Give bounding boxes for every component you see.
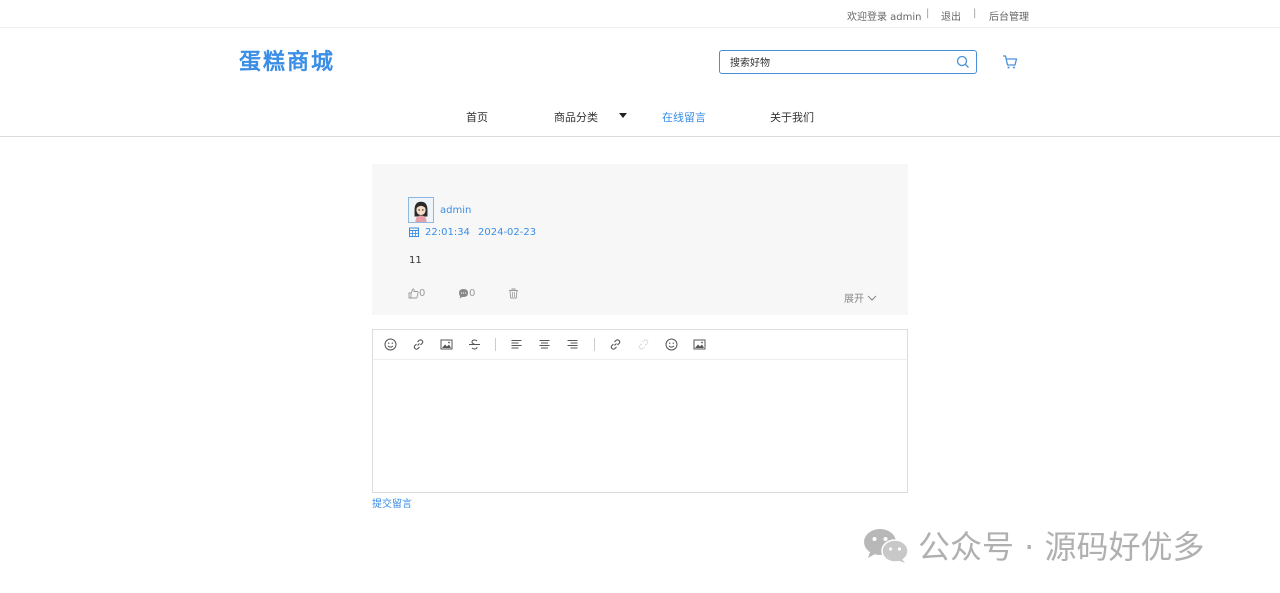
emoji-icon[interactable]	[665, 338, 678, 351]
comment-time: 22:01:34	[425, 227, 470, 238]
caret-down-icon[interactable]	[619, 113, 627, 118]
chat-bubble-icon	[459, 289, 468, 299]
admin-panel-link[interactable]: 后台管理	[989, 8, 1029, 23]
main-nav: 首页 商品分类 在线留言 关于我们	[0, 96, 1280, 137]
strikethrough-icon[interactable]	[468, 338, 481, 351]
wechat-icon	[864, 529, 909, 563]
align-right-icon[interactable]	[566, 338, 579, 351]
reply-count: 0	[469, 288, 476, 299]
logout-link[interactable]: 退出	[941, 8, 961, 23]
comment-content: 11	[409, 255, 422, 266]
message-editor	[372, 329, 908, 493]
reply-button[interactable]: 0	[458, 288, 475, 299]
calendar-icon	[409, 227, 419, 237]
watermark-text: 公众号 · 源码好优多	[918, 528, 1205, 566]
watermark: 公众号 · 源码好优多	[862, 522, 1205, 568]
nav-item-categories[interactable]: 商品分类	[554, 109, 598, 125]
link-icon[interactable]	[609, 338, 622, 351]
image-icon[interactable]	[693, 338, 706, 351]
site-logo[interactable]: 蛋糕商城	[239, 44, 335, 76]
thumbs-up-icon	[408, 288, 419, 299]
nav-item-messages[interactable]: 在线留言	[662, 109, 706, 125]
chevron-down-icon	[867, 295, 877, 301]
like-button[interactable]: 0	[408, 288, 425, 299]
link-icon[interactable]	[412, 338, 425, 351]
editor-text-area[interactable]	[373, 360, 907, 492]
comment-card: admin 22:01:34 2024-02-23 11 0 0 展开	[372, 164, 908, 315]
welcome-text: 欢迎登录 admin	[847, 12, 922, 23]
toolbar-divider	[594, 338, 595, 351]
unlink-icon[interactable]	[637, 338, 650, 351]
editor-toolbar	[373, 330, 907, 360]
top-bar: 欢迎登录 admin | 退出 | 后台管理	[0, 0, 1280, 28]
search-input[interactable]	[728, 54, 952, 72]
nav-item-home[interactable]: 首页	[466, 109, 488, 125]
align-center-icon[interactable]	[538, 338, 551, 351]
toolbar-divider	[495, 338, 496, 351]
nav-item-about[interactable]: 关于我们	[770, 109, 814, 125]
divider: |	[973, 8, 977, 19]
trash-icon	[509, 288, 518, 299]
expand-button[interactable]: 展开	[844, 290, 877, 305]
search-box	[719, 50, 977, 74]
divider: |	[926, 8, 930, 19]
emoji-icon[interactable]	[384, 338, 397, 351]
submit-message-button[interactable]: 提交留言	[372, 495, 412, 510]
comment-date: 2024-02-23	[478, 227, 537, 238]
cart-icon[interactable]	[1002, 54, 1018, 70]
like-count: 0	[419, 288, 426, 299]
comment-username[interactable]: admin	[440, 205, 471, 216]
search-icon[interactable]	[956, 55, 970, 69]
avatar	[408, 197, 434, 223]
align-left-icon[interactable]	[510, 338, 523, 351]
delete-button[interactable]	[508, 288, 519, 299]
expand-label: 展开	[844, 294, 864, 305]
image-icon[interactable]	[440, 338, 453, 351]
